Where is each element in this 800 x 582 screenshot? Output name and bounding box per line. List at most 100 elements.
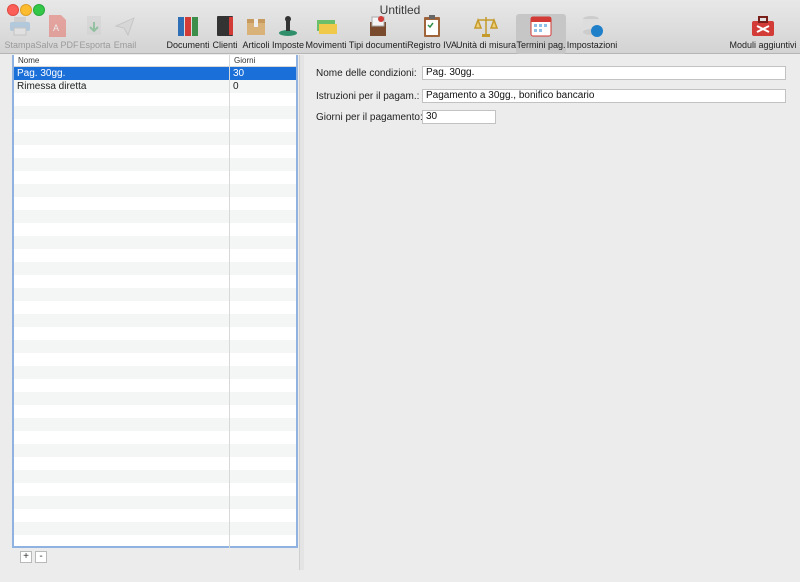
cell-giorni [230, 314, 296, 327]
cell-giorni: 30 [233, 68, 245, 79]
toolbar-tipi-documenti-button[interactable]: Tipi documenti [349, 14, 407, 54]
cell-giorni [230, 249, 296, 262]
cell-nome [14, 184, 230, 197]
address-book-icon [212, 14, 238, 38]
table-row[interactable] [14, 301, 296, 314]
cell-nome [14, 314, 230, 327]
cell-nome [14, 353, 230, 366]
cell-nome [14, 509, 230, 522]
toolbar-email-button[interactable]: Email [112, 14, 138, 54]
table-row[interactable] [14, 535, 296, 548]
cell-nome [14, 418, 230, 431]
cell-nome [14, 158, 230, 171]
table-row[interactable] [14, 483, 296, 496]
table-row[interactable] [14, 145, 296, 158]
table-row[interactable] [14, 457, 296, 470]
table-row[interactable] [14, 392, 296, 405]
table-row[interactable] [14, 236, 296, 249]
toolbar-salva-pdf-button[interactable]: A Salva PDF [36, 14, 79, 54]
cell-giorni [230, 223, 296, 236]
table-row[interactable] [14, 106, 296, 119]
toolbar-unita-di-misura-button[interactable]: Unità di misura [456, 14, 516, 54]
table-row[interactable] [14, 249, 296, 262]
cell-giorni [230, 379, 296, 392]
table-row[interactable]: Pag. 30gg. 30 [14, 67, 296, 80]
cell-nome [14, 535, 230, 548]
cell-giorni [230, 93, 296, 106]
toolbar-imposte-button[interactable]: Imposte [272, 14, 304, 54]
cell-giorni [230, 535, 296, 548]
cell-nome [14, 483, 230, 496]
cell-nome [14, 431, 230, 444]
table-row[interactable] [14, 496, 296, 509]
money-icon [313, 14, 339, 38]
table-row[interactable] [14, 509, 296, 522]
clipboard-icon [419, 14, 445, 38]
cell-giorni [230, 327, 296, 340]
days-label: Giorni per il pagamento: [316, 112, 423, 123]
table-row[interactable] [14, 223, 296, 236]
toolbar-termini-pag-button[interactable]: Termini pag. [516, 14, 566, 54]
table-row[interactable]: Rimessa diretta 0 [14, 80, 296, 93]
column-header-giorni[interactable]: Giorni [230, 55, 296, 66]
toolbar-impostazioni-button[interactable]: Impostazioni [567, 14, 617, 54]
toolbar-movimenti-button[interactable]: Movimenti [306, 14, 347, 54]
table-row[interactable] [14, 158, 296, 171]
remove-row-button[interactable]: - [35, 551, 47, 563]
table-row[interactable] [14, 444, 296, 457]
cell-giorni [230, 288, 296, 301]
table-row[interactable] [14, 197, 296, 210]
table-row[interactable] [14, 418, 296, 431]
table-row[interactable] [14, 470, 296, 483]
toolbar-documenti-button[interactable]: Documenti [166, 14, 210, 54]
printer-icon [7, 14, 33, 38]
tax-stamp-icon [275, 14, 301, 38]
cell-giorni: 0 [233, 81, 239, 92]
cell-nome [14, 145, 230, 158]
table-row[interactable] [14, 93, 296, 106]
toolbar-moduli-aggiuntivi-button[interactable]: Moduli aggiuntivi [729, 14, 797, 54]
cell-nome [14, 327, 230, 340]
name-label: Nome delle condizioni: [316, 68, 417, 79]
table-row[interactable] [14, 288, 296, 301]
table-body: Pag. 30gg. 30 Rimessa diretta 0 [14, 67, 296, 548]
table-row[interactable] [14, 171, 296, 184]
toolbar-registro-iva-button[interactable]: Registro IVA [407, 14, 457, 54]
instructions-field[interactable]: Pagamento a 30gg., bonifico bancario [422, 89, 786, 103]
toolbar-articoli-button[interactable]: Articoli [241, 14, 271, 54]
table-row[interactable] [14, 262, 296, 275]
cell-giorni [230, 496, 296, 509]
toolbar-clienti-button[interactable]: Clienti [211, 14, 239, 54]
table-row[interactable] [14, 340, 296, 353]
table-row[interactable] [14, 379, 296, 392]
cell-nome [14, 379, 230, 392]
table-row[interactable] [14, 327, 296, 340]
table-row[interactable] [14, 210, 296, 223]
table-row[interactable] [14, 353, 296, 366]
table-row[interactable] [14, 522, 296, 535]
table-row[interactable] [14, 431, 296, 444]
table-row[interactable] [14, 184, 296, 197]
days-field[interactable]: 30 [422, 110, 496, 124]
table-row[interactable] [14, 132, 296, 145]
name-field[interactable]: Pag. 30gg. [422, 66, 786, 80]
table-row[interactable] [14, 314, 296, 327]
cell-giorni [230, 483, 296, 496]
table-row[interactable] [14, 366, 296, 379]
table-row[interactable] [14, 275, 296, 288]
table-row[interactable] [14, 405, 296, 418]
table-row[interactable] [14, 119, 296, 132]
database-wrench-icon [579, 14, 605, 38]
add-row-button[interactable]: + [20, 551, 32, 563]
payment-terms-table[interactable]: Nome Giorni Pag. 30gg. 30 Rimessa diretta 0 [12, 55, 298, 548]
cell-nome [14, 405, 230, 418]
cell-nome [14, 288, 230, 301]
cell-giorni [230, 366, 296, 379]
split-view-divider[interactable] [299, 55, 304, 570]
cell-nome [14, 93, 230, 106]
paper-plane-icon [112, 14, 138, 38]
cell-giorni [230, 509, 296, 522]
toolbar-esporta-button[interactable]: Esporta [79, 14, 111, 54]
toolbar-stampa-button[interactable]: Stampa [4, 14, 36, 54]
column-header-nome[interactable]: Nome [14, 55, 230, 66]
